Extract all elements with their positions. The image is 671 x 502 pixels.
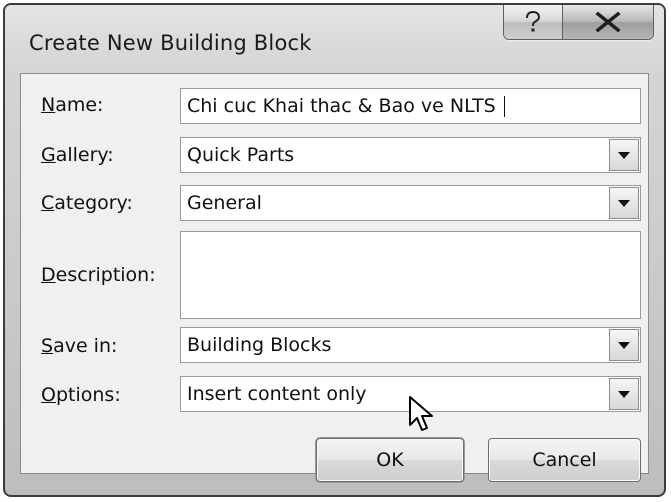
dialog-title: Create New Building Block — [29, 31, 312, 55]
chevron-down-icon[interactable] — [609, 329, 639, 361]
category-label: Category: — [41, 192, 133, 214]
ok-button[interactable]: OK — [316, 438, 464, 482]
dialog-content: Name: Chi cuc Khai thac & Bao ve NLTS Ga… — [20, 73, 649, 482]
chevron-down-icon[interactable] — [609, 378, 639, 410]
gallery-label: Gallery: — [41, 144, 114, 166]
cancel-button[interactable]: Cancel — [488, 438, 641, 482]
close-x-icon — [595, 12, 621, 32]
help-button[interactable] — [504, 5, 563, 39]
create-building-block-dialog: Create New Building Block Name: Chi cuc … — [3, 3, 666, 497]
options-label: Options: — [41, 384, 121, 406]
name-input[interactable]: Chi cuc Khai thac & Bao ve NLTS — [180, 88, 641, 124]
description-textarea[interactable] — [180, 231, 641, 319]
category-dropdown[interactable]: General — [180, 185, 641, 221]
arrow-pointer-icon — [409, 396, 433, 431]
question-mark-icon — [525, 10, 540, 32]
text-caret — [503, 96, 505, 117]
chevron-down-icon[interactable] — [609, 139, 639, 171]
name-label: Name: — [41, 94, 104, 116]
title-bar[interactable]: Create New Building Block — [5, 5, 664, 75]
save-in-dropdown[interactable]: Building Blocks — [180, 327, 641, 363]
gallery-dropdown[interactable]: Quick Parts — [180, 137, 641, 173]
close-button[interactable] — [562, 5, 653, 39]
save-in-label: Save in: — [41, 335, 118, 357]
chevron-down-icon[interactable] — [609, 187, 639, 219]
window-controls — [503, 5, 654, 40]
description-label: Description: — [41, 264, 156, 286]
